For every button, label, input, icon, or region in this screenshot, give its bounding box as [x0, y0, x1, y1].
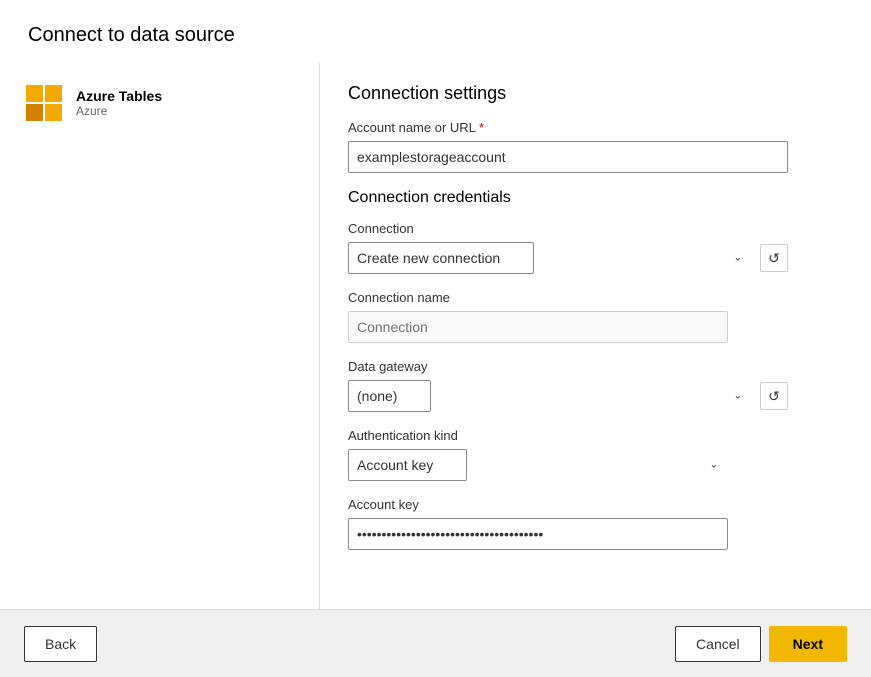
- account-key-label: Account key: [348, 497, 843, 512]
- connection-dropdown-wrapper: Create new connection ⌄: [348, 242, 752, 274]
- account-name-label: Account name or URL *: [348, 120, 843, 135]
- connection-select[interactable]: Create new connection: [348, 242, 534, 274]
- connection-name-label: Connection name: [348, 290, 843, 305]
- page-title: Connect to data source: [0, 0, 871, 63]
- connector-text: Azure Tables Azure: [76, 88, 162, 118]
- connection-name-input[interactable]: [348, 311, 728, 343]
- auth-kind-field-group: Authentication kind Account key ⌄: [348, 428, 843, 481]
- account-key-field-group: Account key: [348, 497, 843, 550]
- footer: Back Cancel Next: [0, 609, 871, 677]
- back-button[interactable]: Back: [24, 626, 97, 662]
- auth-kind-chevron-icon: ⌄: [710, 460, 718, 471]
- refresh-icon: ↺: [768, 250, 780, 267]
- connector-subtitle: Azure: [76, 104, 162, 118]
- left-panel: Azure Tables Azure: [0, 63, 320, 609]
- account-key-input[interactable]: [348, 518, 728, 550]
- required-indicator: *: [479, 120, 484, 135]
- footer-right: Cancel Next: [675, 626, 847, 662]
- data-gateway-refresh-button[interactable]: ↺: [760, 382, 788, 410]
- auth-kind-select[interactable]: Account key: [348, 449, 467, 481]
- connection-chevron-icon: ⌄: [734, 253, 742, 264]
- connection-settings-title: Connection settings: [348, 83, 843, 104]
- right-panel: Connection settings Account name or URL …: [320, 63, 871, 609]
- connector-info: Azure Tables Azure: [24, 83, 295, 123]
- connection-refresh-button[interactable]: ↺: [760, 244, 788, 272]
- account-name-input[interactable]: [348, 141, 788, 173]
- data-gateway-label: Data gateway: [348, 359, 843, 374]
- main-content: Azure Tables Azure Connection settings A…: [0, 63, 871, 609]
- auth-kind-label: Authentication kind: [348, 428, 843, 443]
- footer-left: Back: [24, 626, 97, 662]
- connection-select-container: Create new connection ⌄ ↺: [348, 242, 788, 274]
- data-gateway-select[interactable]: (none): [348, 380, 431, 412]
- data-gateway-field-group: Data gateway (none) ⌄ ↺: [348, 359, 843, 412]
- data-gateway-select-container: (none) ⌄ ↺: [348, 380, 788, 412]
- credentials-title: Connection credentials: [348, 189, 843, 207]
- azure-tables-icon: [24, 83, 64, 123]
- data-gateway-dropdown-wrapper: (none) ⌄: [348, 380, 752, 412]
- connection-name-field-group: Connection name: [348, 290, 843, 343]
- connector-name: Azure Tables: [76, 88, 162, 104]
- account-name-field-group: Account name or URL *: [348, 120, 843, 173]
- connection-label: Connection: [348, 221, 843, 236]
- auth-kind-dropdown-wrapper: Account key ⌄: [348, 449, 728, 481]
- connection-field-group: Connection Create new connection ⌄ ↺: [348, 221, 843, 274]
- cancel-button[interactable]: Cancel: [675, 626, 761, 662]
- data-gateway-chevron-icon: ⌄: [734, 391, 742, 402]
- next-button[interactable]: Next: [769, 626, 847, 662]
- refresh-icon-2: ↺: [768, 388, 780, 405]
